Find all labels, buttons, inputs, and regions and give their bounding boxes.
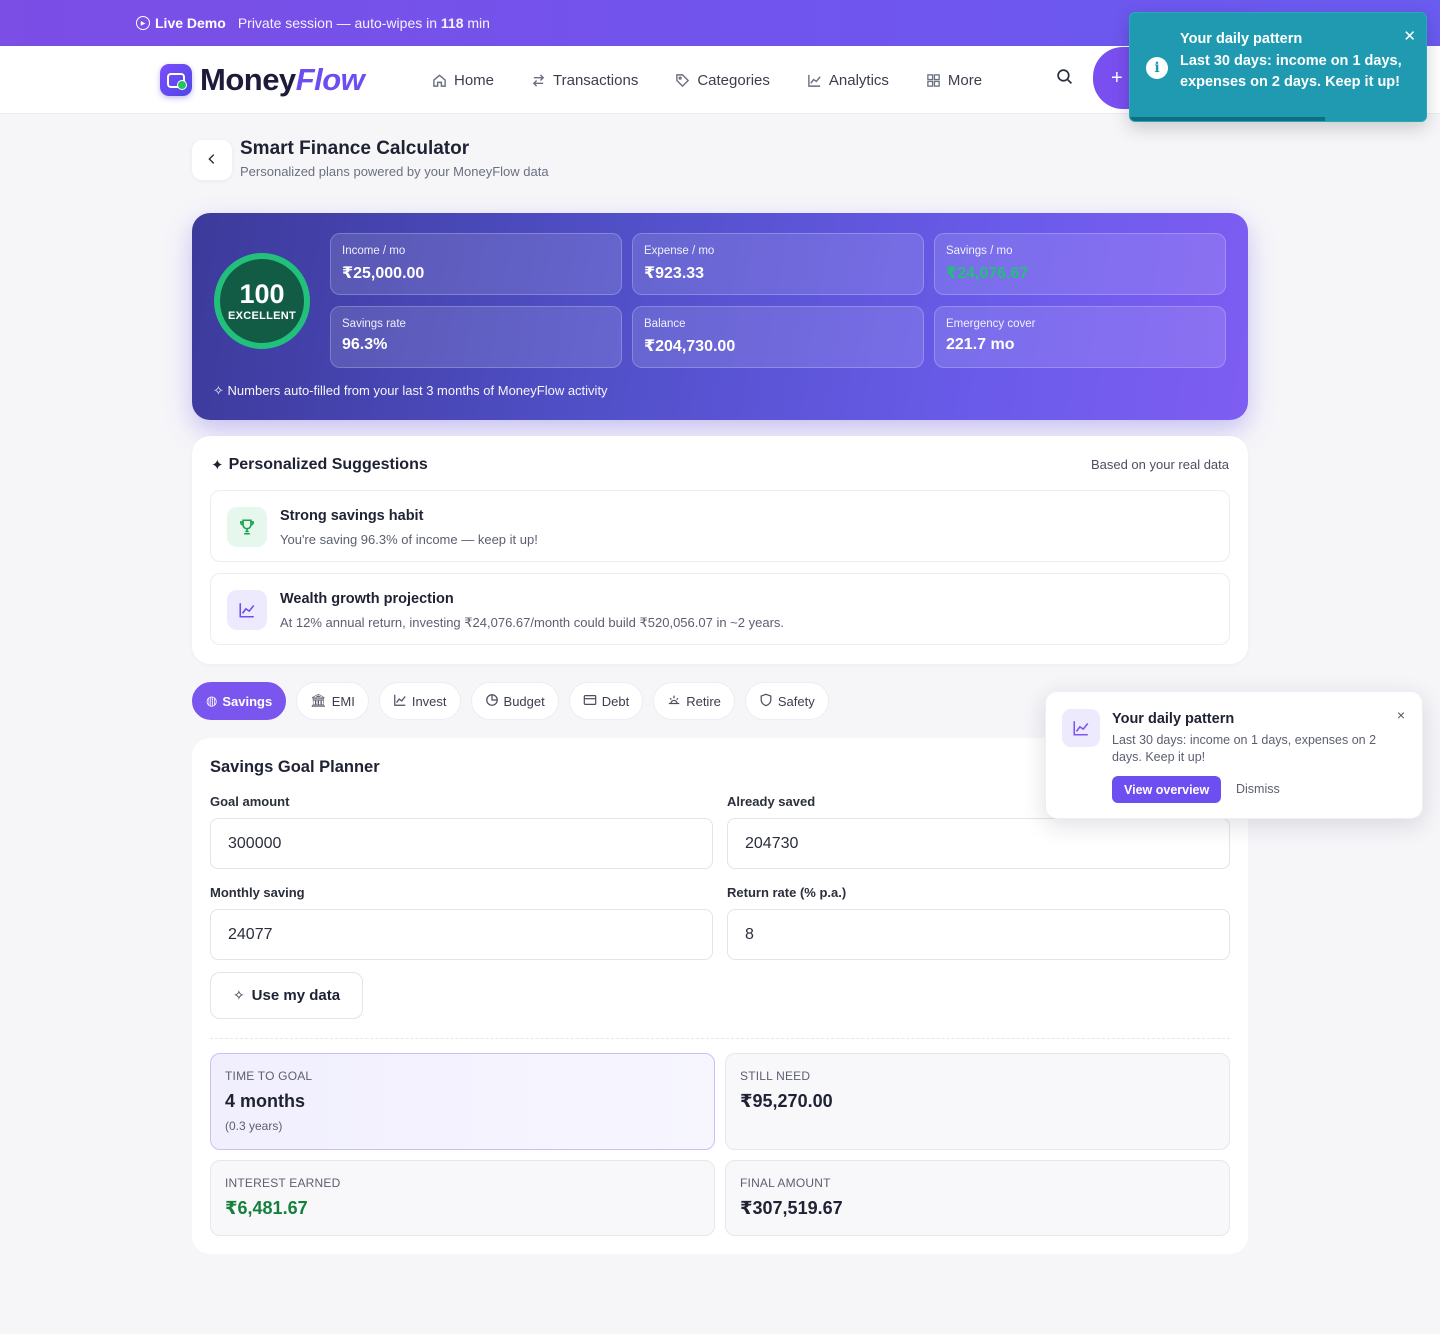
monthly-saving-label: Monthly saving xyxy=(210,885,305,900)
nav-item-categories[interactable]: Categories xyxy=(675,72,770,89)
result-time-to-goal: TIME TO GOAL 4 months (0.3 years) xyxy=(210,1053,715,1150)
stat-balance: Balance ₹204,730.00 xyxy=(632,306,924,368)
live-demo-label: ▶ Live Demo xyxy=(136,15,226,31)
toast-message: Last 30 days: income on 1 days, expenses… xyxy=(1180,53,1402,90)
sunset-icon xyxy=(667,693,681,710)
finance-summary-card: 100 EXCELLENT Income / mo ₹25,000.00 Exp… xyxy=(192,213,1248,420)
chart-line-icon xyxy=(807,73,822,88)
result-interest-earned: INTEREST EARNED ₹6,481.67 xyxy=(210,1160,715,1236)
suggestions-title: ✦ Personalized Suggestions xyxy=(211,456,428,474)
suggestions-card: ✦ Personalized Suggestions Based on your… xyxy=(192,436,1248,664)
daily-pattern-toast: i Your daily pattern Last 30 days: incom… xyxy=(1129,12,1427,122)
tab-savings[interactable]: ◍ Savings xyxy=(192,682,287,720)
tab-safety[interactable]: Safety xyxy=(744,682,829,720)
tab-emi[interactable]: 🏛 EMI xyxy=(296,682,369,720)
return-rate-label: Return rate (% p.a.) xyxy=(727,885,847,900)
nav-item-transactions[interactable]: Transactions xyxy=(531,72,638,89)
tag-icon xyxy=(675,73,690,88)
sparkles-icon: ✦ xyxy=(211,457,224,474)
section-divider xyxy=(210,1038,1230,1039)
stat-income: Income / mo ₹25,000.00 xyxy=(330,233,622,295)
info-icon: i xyxy=(1146,57,1168,79)
main-nav: Home Transactions Categories Analytics M… xyxy=(432,46,1019,114)
suggestion-item: Strong savings habit You're saving 96.3%… xyxy=(210,490,1230,562)
stat-expense: Expense / mo ₹923.33 xyxy=(632,233,924,295)
page-subtitle: Personalized plans powered by your Money… xyxy=(240,164,549,179)
already-saved-input[interactable]: 204730 xyxy=(727,818,1230,869)
stat-savings: Savings / mo ₹24,076.67 xyxy=(934,233,1226,295)
stat-savings-rate: Savings rate 96.3% xyxy=(330,306,622,368)
view-overview-button[interactable]: View overview xyxy=(1112,776,1222,803)
popup-message: Last 30 days: income on 1 days, expenses… xyxy=(1112,733,1377,764)
health-score-label: EXCELLENT xyxy=(227,310,297,322)
search-button[interactable] xyxy=(1044,59,1084,99)
result-still-need: STILL NEED ₹95,270.00 xyxy=(725,1053,1230,1150)
transfer-icon xyxy=(531,73,546,88)
chart-line-icon xyxy=(393,693,407,710)
magic-wand-icon: ✧ xyxy=(232,987,245,1003)
magic-wand-icon: ✧ xyxy=(213,383,224,398)
pie-chart-icon xyxy=(485,693,499,710)
suggestions-source-label: Based on your real data xyxy=(1090,457,1229,472)
toast-close-icon[interactable]: ✕ xyxy=(1403,27,1416,45)
goal-amount-label: Goal amount xyxy=(210,794,290,809)
bank-icon: 🏛 xyxy=(310,693,327,708)
result-final-amount: FINAL AMOUNT ₹307,519.67 xyxy=(725,1160,1230,1236)
chart-line-icon xyxy=(227,590,267,630)
stat-emergency-cover: Emergency cover 221.7 mo xyxy=(934,306,1226,368)
calculator-tabs: ◍ Savings 🏛 EMI Invest Budget Debt Retire … xyxy=(192,682,839,720)
toast-progress-bar xyxy=(1130,117,1326,121)
page-title: Smart Finance Calculator xyxy=(240,138,470,159)
tab-budget[interactable]: Budget xyxy=(470,682,559,720)
monthly-saving-input[interactable]: 24077 xyxy=(210,909,713,960)
suggestion-item: Wealth growth projection At 12% annual r… xyxy=(210,573,1230,645)
toast-title: Your daily pattern xyxy=(1180,31,1303,47)
goal-amount-input[interactable]: 300000 xyxy=(210,818,713,869)
brand-wordmark: MoneyFlow xyxy=(200,62,365,97)
home-icon xyxy=(432,73,447,88)
plus-icon: + xyxy=(1111,66,1123,89)
search-icon xyxy=(1056,68,1073,90)
health-score-value: 100 xyxy=(239,279,285,309)
shield-icon xyxy=(759,693,773,710)
daily-pattern-popup: Your daily pattern Last 30 days: income … xyxy=(1045,691,1423,819)
grid-icon xyxy=(926,73,941,88)
wallet-logo-icon xyxy=(160,64,192,96)
nav-item-more[interactable]: More xyxy=(926,72,982,89)
nav-item-home[interactable]: Home xyxy=(432,72,494,89)
chevron-left-icon xyxy=(205,150,219,171)
tab-debt[interactable]: Debt xyxy=(568,682,644,720)
popup-close-icon[interactable]: × xyxy=(1397,707,1405,723)
return-rate-input[interactable]: 8 xyxy=(727,909,1230,960)
autofill-note: ✧ Numbers auto-filled from your last 3 m… xyxy=(213,383,608,398)
brand-logo[interactable]: MoneyFlow xyxy=(160,58,365,102)
back-button[interactable] xyxy=(192,140,232,180)
piggy-bank-icon: ◍ xyxy=(206,693,218,708)
trophy-icon xyxy=(227,507,267,547)
planner-title: Savings Goal Planner xyxy=(210,758,380,776)
nav-item-analytics[interactable]: Analytics xyxy=(807,72,889,89)
dismiss-button[interactable]: Dismiss xyxy=(1236,782,1280,796)
already-saved-label: Already saved xyxy=(727,794,816,809)
play-circle-icon: ▶ xyxy=(136,16,150,30)
tab-invest[interactable]: Invest xyxy=(378,682,461,720)
card-icon xyxy=(583,693,597,710)
use-my-data-button[interactable]: ✧ Use my data xyxy=(210,972,363,1019)
tab-retire[interactable]: Retire xyxy=(653,682,735,720)
chart-line-icon xyxy=(1062,709,1100,747)
session-timer: Private session — auto-wipes in 118 min xyxy=(237,15,490,31)
health-score-badge: 100 EXCELLENT xyxy=(214,253,310,349)
popup-title: Your daily pattern xyxy=(1112,711,1235,727)
